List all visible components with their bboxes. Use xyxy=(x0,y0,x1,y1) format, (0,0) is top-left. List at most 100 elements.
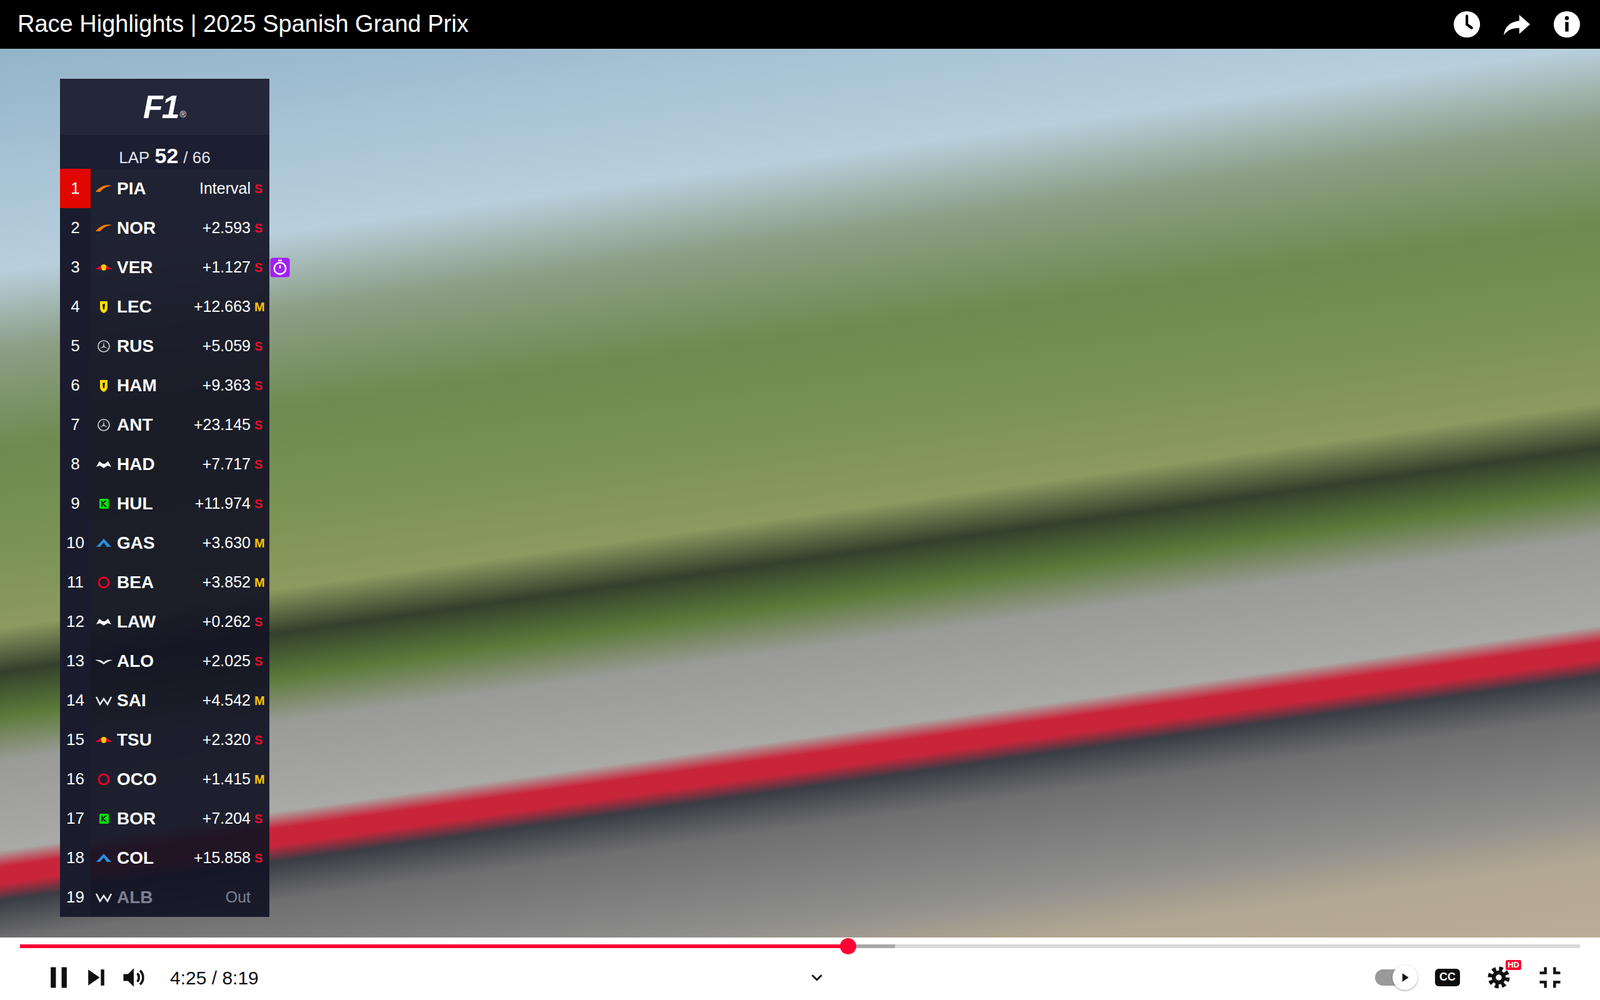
fastest-lap-slot xyxy=(269,611,291,633)
fastest-lap-slot xyxy=(269,335,291,357)
fastest-lap-slot xyxy=(269,808,291,830)
gap: Interval xyxy=(160,176,255,201)
driver-code: OCO xyxy=(116,766,161,793)
video-title: Race Highlights | 2025 Spanish Grand Pri… xyxy=(17,10,1453,39)
standing-row: 5RUS+5.059S xyxy=(60,326,270,366)
position: 17 xyxy=(60,798,91,839)
gap: +4.542 xyxy=(160,688,255,713)
standing-row: 19ALBOut xyxy=(60,877,270,917)
fastest-lap-slot xyxy=(269,296,291,318)
standing-row: 16OCO+1.415M xyxy=(60,759,270,799)
share-icon[interactable] xyxy=(1502,10,1532,39)
settings-button[interactable]: HD xyxy=(1480,958,1518,997)
tyre-compound: S xyxy=(254,651,270,671)
lap-counter: LAP52/ 66 xyxy=(60,135,270,169)
pause-icon[interactable] xyxy=(40,958,78,997)
position: 7 xyxy=(60,405,91,445)
team-logo-icon xyxy=(90,260,117,275)
tyre-compound: M xyxy=(254,573,270,592)
gap: +1.127 xyxy=(160,255,255,280)
tyre-compound: S xyxy=(254,809,270,829)
standing-row: 8HAD+7.717S xyxy=(60,444,270,484)
team-logo-icon xyxy=(90,496,117,511)
position: 6 xyxy=(60,365,91,405)
standing-row: 13ALO+2.025S xyxy=(60,641,270,681)
chapter-area xyxy=(258,958,1375,997)
gap: +2.320 xyxy=(160,728,255,752)
fastest-lap-slot xyxy=(269,650,291,672)
standing-row: 6HAM+9.363S xyxy=(60,365,270,405)
tyre-compound: S xyxy=(254,494,270,514)
fastest-lap-icon xyxy=(269,256,291,279)
tyre-compound: S xyxy=(254,376,270,395)
team-logo-icon xyxy=(90,536,117,550)
driver-code: PIA xyxy=(116,175,161,202)
captions-button[interactable]: CC xyxy=(1428,958,1467,997)
driver-code: LAW xyxy=(116,608,161,635)
driver-code: RUS xyxy=(116,333,161,360)
title-bar: Race Highlights | 2025 Spanish Grand Pri… xyxy=(0,0,1600,49)
fastest-lap-slot xyxy=(269,532,291,554)
position: 14 xyxy=(60,680,91,720)
progress-track[interactable] xyxy=(20,944,1580,949)
standing-row: 4LEC+12.663M xyxy=(60,286,270,327)
gap: +1.415 xyxy=(160,767,255,792)
lap-label: LAP xyxy=(118,145,150,170)
tyre-compound: S xyxy=(254,455,270,474)
standing-row: 17BOR+7.204S xyxy=(60,798,270,839)
tyre-compound: S xyxy=(254,848,270,868)
driver-code: ANT xyxy=(116,411,161,439)
standing-row: 2NOR+2.593S xyxy=(60,208,270,248)
fastest-lap-slot xyxy=(269,453,291,475)
scrubber-handle[interactable] xyxy=(840,938,857,955)
team-logo-icon xyxy=(90,811,117,826)
driver-code: LEC xyxy=(116,293,161,320)
position: 2 xyxy=(60,208,91,248)
gap: +3.852 xyxy=(160,570,255,595)
next-icon[interactable] xyxy=(77,958,115,997)
chevron-down-icon[interactable] xyxy=(798,958,836,997)
info-icon[interactable] xyxy=(1552,10,1582,39)
gap: +11.974 xyxy=(160,491,255,516)
fastest-lap-slot xyxy=(269,729,291,751)
exit-fullscreen-icon[interactable] xyxy=(1531,958,1569,997)
volume-icon[interactable] xyxy=(115,958,153,997)
team-logo-icon xyxy=(90,221,117,235)
team-logo-icon xyxy=(90,772,117,787)
team-logo-icon xyxy=(90,890,117,905)
driver-code: BEA xyxy=(116,569,161,596)
standing-row: 9HUL+11.974S xyxy=(60,483,270,524)
tyre-compound: M xyxy=(254,533,270,553)
position: 4 xyxy=(60,286,91,327)
standing-row: 14SAI+4.542M xyxy=(60,680,270,720)
team-logo-icon xyxy=(90,733,117,747)
team-logo-icon xyxy=(90,339,117,354)
progress-fill xyxy=(20,944,849,949)
tyre-compound: S xyxy=(254,415,270,435)
position: 16 xyxy=(60,759,91,799)
driver-code: GAS xyxy=(116,530,161,557)
gap: +7.717 xyxy=(160,452,255,477)
fastest-lap-slot xyxy=(269,178,291,200)
team-logo-icon xyxy=(90,654,117,669)
position: 18 xyxy=(60,838,91,878)
lap-number: 52 xyxy=(154,140,179,172)
standing-row: 11BEA+3.852M xyxy=(60,562,270,602)
position: 10 xyxy=(60,523,91,563)
tyre-compound: M xyxy=(254,691,270,710)
gap: Out xyxy=(160,885,255,910)
control-bar: 4:25 / 8:19CCHD xyxy=(0,955,1600,1000)
quality-badge: HD xyxy=(1505,960,1522,970)
fastest-lap-slot xyxy=(269,847,291,869)
driver-code: BOR xyxy=(116,805,161,832)
clock-icon[interactable] xyxy=(1452,10,1482,39)
position: 19 xyxy=(60,877,91,917)
progress-bar[interactable] xyxy=(20,937,1580,955)
video-frame[interactable]: F1®LAP52/ 661PIAIntervalS2NOR+2.593S3VER… xyxy=(0,48,1600,938)
autoplay-toggle[interactable] xyxy=(1375,969,1415,986)
gap: +3.630 xyxy=(160,531,255,555)
fastest-lap-slot xyxy=(269,414,291,436)
driver-code: HAM xyxy=(116,372,161,399)
position: 8 xyxy=(60,444,91,484)
fastest-lap-slot xyxy=(269,375,291,397)
